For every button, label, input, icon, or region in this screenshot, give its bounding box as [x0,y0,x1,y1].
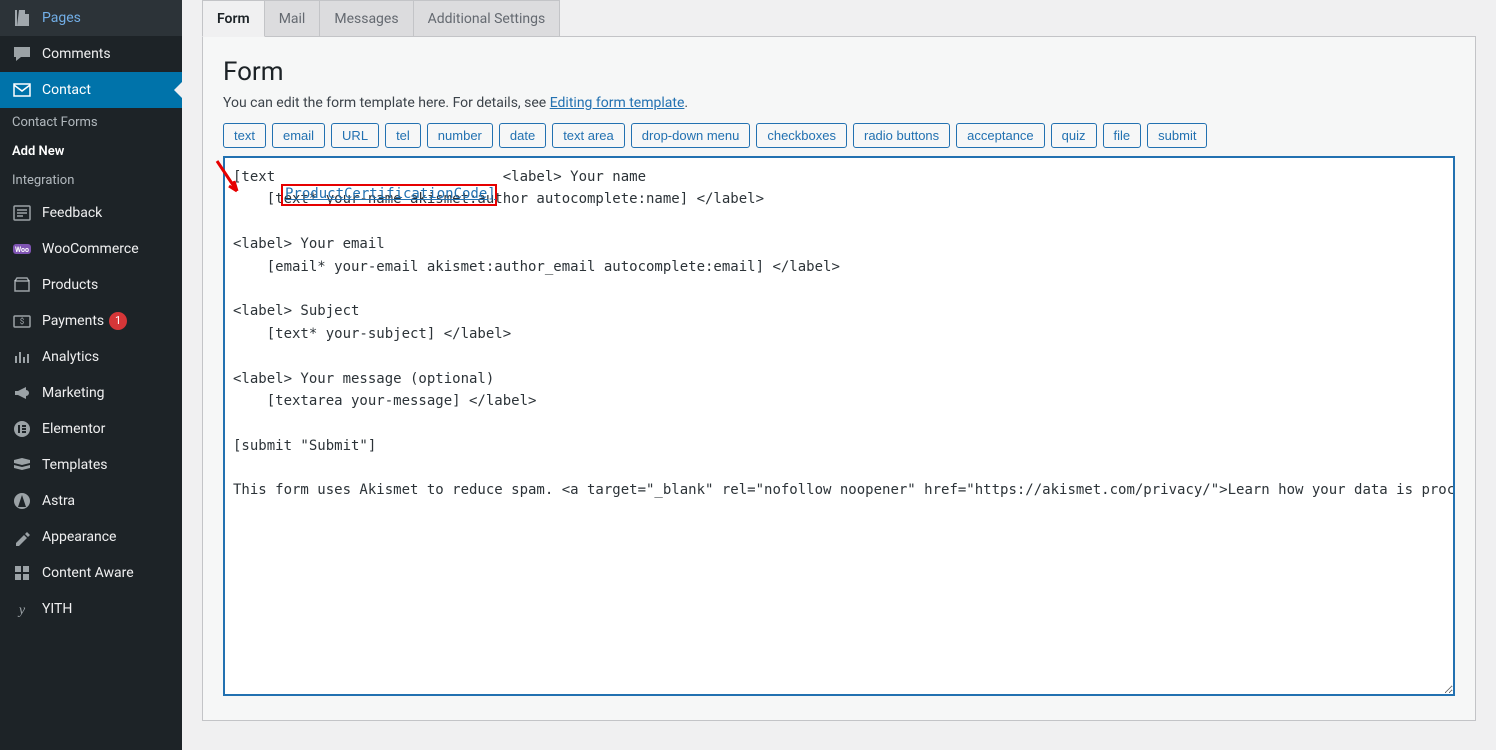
tag-radio-button[interactable]: radio buttons [853,123,950,148]
tab-form[interactable]: Form [202,0,265,37]
form-panel: Form You can edit the form template here… [202,36,1476,721]
sidebar-item-contact[interactable]: Contact [0,72,182,108]
panel-heading: Form [223,57,1455,87]
sidebar-item-contentaware[interactable]: Content Aware [0,555,182,591]
tag-number-button[interactable]: number [427,123,493,148]
svg-text:Woo: Woo [15,246,29,254]
tag-file-button[interactable]: file [1103,123,1142,148]
sidebar-label: Content Aware [42,565,134,581]
tag-acceptance-button[interactable]: acceptance [956,123,1045,148]
sidebar-label: Products [42,277,98,293]
sidebar-item-appearance[interactable]: Appearance [0,519,182,555]
sidebar-label: Payments [42,313,104,329]
submenu-integration[interactable]: Integration [0,166,182,195]
marketing-icon [12,383,32,403]
sidebar-item-feedback[interactable]: Feedback [0,195,182,231]
tag-url-button[interactable]: URL [331,123,379,148]
payments-icon: $ [12,311,32,331]
editing-template-link[interactable]: Editing form template [550,95,685,111]
feedback-icon [12,203,32,223]
comments-icon [12,44,32,64]
svg-text:$: $ [20,317,25,326]
svg-text:y: y [17,603,26,618]
yith-icon: y [12,599,32,619]
sidebar-item-comments[interactable]: Comments [0,36,182,72]
sidebar-item-woocommerce[interactable]: Woo WooCommerce [0,231,182,267]
sidebar-label: Pages [42,10,81,26]
templates-icon [12,455,32,475]
analytics-icon [12,347,32,367]
sidebar-item-marketing[interactable]: Marketing [0,375,182,411]
payments-badge: 1 [109,312,127,330]
sidebar-submenu: Contact Forms Add New Integration [0,108,182,195]
main-content: Form Mail Messages Additional Settings F… [182,0,1496,750]
tag-buttons-row: text email URL tel number date text area… [223,123,1455,148]
appearance-icon [12,527,32,547]
sidebar-item-elementor[interactable]: Elementor [0,411,182,447]
sidebar-label: Comments [42,46,111,62]
products-icon [12,275,32,295]
sidebar-item-payments[interactable]: $ Payments 1 [0,303,182,339]
tab-additional-settings[interactable]: Additional Settings [413,0,561,37]
sidebar-label: Contact [42,82,91,98]
sidebar-item-pages[interactable]: Pages [0,0,182,36]
sidebar-label: Marketing [42,385,105,401]
sidebar-label: WooCommerce [42,241,139,257]
tab-mail[interactable]: Mail [264,0,321,37]
astra-icon [12,491,32,511]
sidebar-label: Feedback [42,205,102,221]
sidebar-label: Elementor [42,421,105,437]
panel-description: You can edit the form template here. For… [223,95,1455,111]
submenu-add-new[interactable]: Add New [0,137,182,166]
sidebar-item-astra[interactable]: Astra [0,483,182,519]
submenu-contact-forms[interactable]: Contact Forms [0,108,182,137]
sidebar-label: Astra [42,493,75,509]
tag-quiz-button[interactable]: quiz [1051,123,1097,148]
sidebar-item-products[interactable]: Products [0,267,182,303]
tag-date-button[interactable]: date [499,123,546,148]
sidebar-label: Appearance [42,529,116,545]
sidebar-item-templates[interactable]: Templates [0,447,182,483]
tag-email-button[interactable]: email [272,123,325,148]
tag-checkboxes-button[interactable]: checkboxes [756,123,847,148]
pages-icon [12,8,32,28]
admin-sidebar: Pages Comments Contact Contact Forms Add… [0,0,182,750]
sidebar-item-analytics[interactable]: Analytics [0,339,182,375]
tag-dropdown-button[interactable]: drop-down menu [631,123,751,148]
form-template-editor[interactable] [223,156,1455,696]
contentaware-icon [12,563,32,583]
tag-submit-button[interactable]: submit [1147,123,1207,148]
sidebar-label: YITH [42,601,72,617]
settings-tabs: Form Mail Messages Additional Settings [202,0,1496,37]
contact-icon [12,80,32,100]
tag-textarea-button[interactable]: text area [552,123,625,148]
elementor-icon [12,419,32,439]
tab-messages[interactable]: Messages [319,0,413,37]
tag-text-button[interactable]: text [223,123,266,148]
tag-tel-button[interactable]: tel [385,123,421,148]
sidebar-label: Templates [42,457,108,473]
woo-icon: Woo [12,239,32,259]
sidebar-label: Analytics [42,349,99,365]
sidebar-item-yith[interactable]: y YITH [0,591,182,627]
